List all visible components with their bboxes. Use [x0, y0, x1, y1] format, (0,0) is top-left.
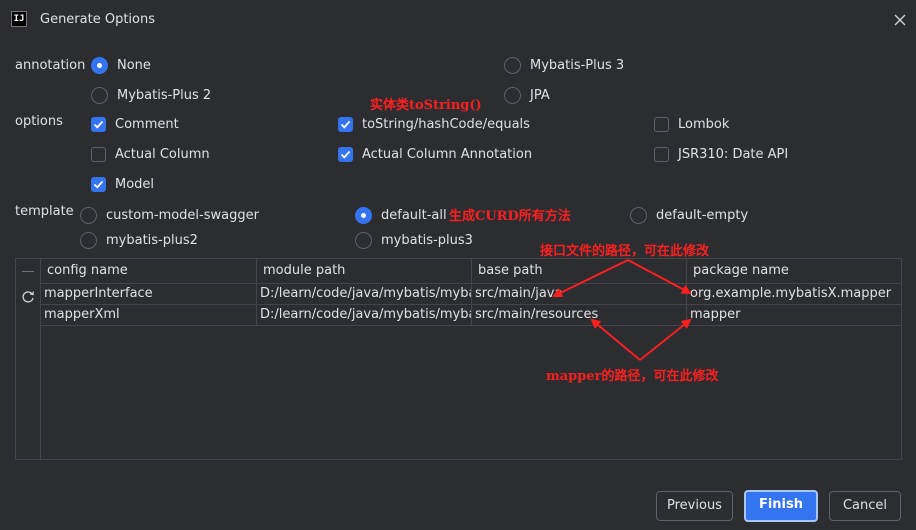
radio-annotation-jpa[interactable]: JPA [504, 87, 550, 104]
radio-label: Mybatis-Plus 2 [117, 88, 212, 103]
previous-button[interactable]: Previous [656, 491, 733, 521]
table-cell[interactable]: mapperInterface [41, 284, 257, 304]
refresh-icon[interactable] [20, 289, 36, 305]
radio-annotation-mybatis-plus-2[interactable]: Mybatis-Plus 2 [91, 87, 211, 104]
finish-button[interactable]: Finish [744, 490, 818, 522]
radio-template-custom-model-swagger[interactable]: custom-model-swagger [80, 207, 259, 224]
checkbox-jsr310-date-api[interactable]: JSR310: Date API [654, 147, 788, 162]
app-icon: IJ [11, 11, 27, 27]
checkbox-label: JSR310: Date API [678, 147, 789, 162]
checkbox-tostring-hashcode-equals[interactable]: toString/hashCode/equals [338, 117, 530, 132]
radio-label: default-empty [656, 208, 749, 223]
options-label: options [15, 114, 63, 129]
checkbox-label: Actual Column Annotation [362, 147, 533, 162]
radio-label: Mybatis-Plus 3 [530, 58, 625, 73]
checkbox-comment[interactable]: Comment [91, 117, 179, 132]
table-cell[interactable]: src/main/java [472, 284, 687, 304]
checkmark-icon [340, 120, 351, 129]
column-header[interactable]: package name [687, 259, 901, 283]
checkbox-label: Actual Column [115, 147, 210, 162]
radio-annotation-mybatis-plus-3[interactable]: Mybatis-Plus 3 [504, 57, 624, 74]
checkbox-label: toString/hashCode/equals [362, 117, 530, 132]
table-cell[interactable]: mapper [687, 305, 901, 325]
crud-annotation: 生成CURD所有方法 [449, 209, 571, 224]
close-button[interactable] [889, 9, 911, 31]
checkbox-lombok[interactable]: Lombok [654, 117, 729, 132]
table-cell[interactable]: org.example.mybatisX.mapper [687, 284, 901, 304]
radio-label: mybatis-plus3 [381, 233, 473, 248]
table-header: config name module path base path packag… [41, 259, 901, 284]
radio-template-mybatis-plus2[interactable]: mybatis-plus2 [80, 232, 198, 249]
table-gutter [16, 259, 41, 459]
close-icon [894, 14, 906, 26]
annotation-label: annotation [15, 58, 86, 73]
checkbox-label: Comment [115, 117, 179, 132]
radio-label: None [117, 58, 151, 73]
table-cell[interactable]: D:/learn/code/java/mybatis/mybatis [257, 305, 472, 325]
column-header[interactable]: base path [472, 259, 687, 283]
config-table: config name module path base path packag… [15, 258, 902, 460]
radio-label: default-all [381, 208, 447, 223]
table-cell[interactable]: mapperXml [41, 305, 257, 325]
mapper-path-annotation: mapper的路径，可在此修改 [546, 369, 719, 384]
radio-template-default-all[interactable]: default-all [355, 207, 447, 224]
column-header[interactable]: config name [41, 259, 257, 283]
checkbox-actual-column[interactable]: Actual Column [91, 147, 210, 162]
column-header[interactable]: module path [257, 259, 472, 283]
radio-label: JPA [530, 88, 550, 103]
remove-row-icon[interactable] [22, 271, 34, 272]
tostring-annotation: 实体类toString() [370, 98, 482, 113]
cancel-button[interactable]: Cancel [829, 491, 901, 521]
radio-annotation-none[interactable]: None [91, 57, 151, 74]
radio-label: custom-model-swagger [106, 208, 259, 223]
checkmark-icon [93, 180, 104, 189]
radio-label: mybatis-plus2 [106, 233, 198, 248]
checkmark-icon [93, 120, 104, 129]
table-cell[interactable]: D:/learn/code/java/mybatis/mybatis [257, 284, 472, 304]
checkmark-icon [340, 150, 351, 159]
interface-path-annotation: 接口文件的路径，可在此修改 [540, 244, 710, 259]
radio-template-default-empty[interactable]: default-empty [630, 207, 748, 224]
checkbox-label: Lombok [678, 117, 730, 132]
table-row[interactable]: mapperInterface D:/learn/code/java/mybat… [41, 284, 901, 305]
table-cell[interactable]: src/main/resources [472, 305, 687, 325]
radio-template-mybatis-plus3[interactable]: mybatis-plus3 [355, 232, 473, 249]
table-row[interactable]: mapperXml D:/learn/code/java/mybatis/myb… [41, 305, 901, 326]
dialog-title: Generate Options [40, 12, 156, 27]
checkbox-label: Model [115, 177, 155, 192]
checkbox-actual-column-annotation[interactable]: Actual Column Annotation [338, 147, 532, 162]
checkbox-model[interactable]: Model [91, 177, 154, 192]
template-label: template [15, 204, 74, 219]
